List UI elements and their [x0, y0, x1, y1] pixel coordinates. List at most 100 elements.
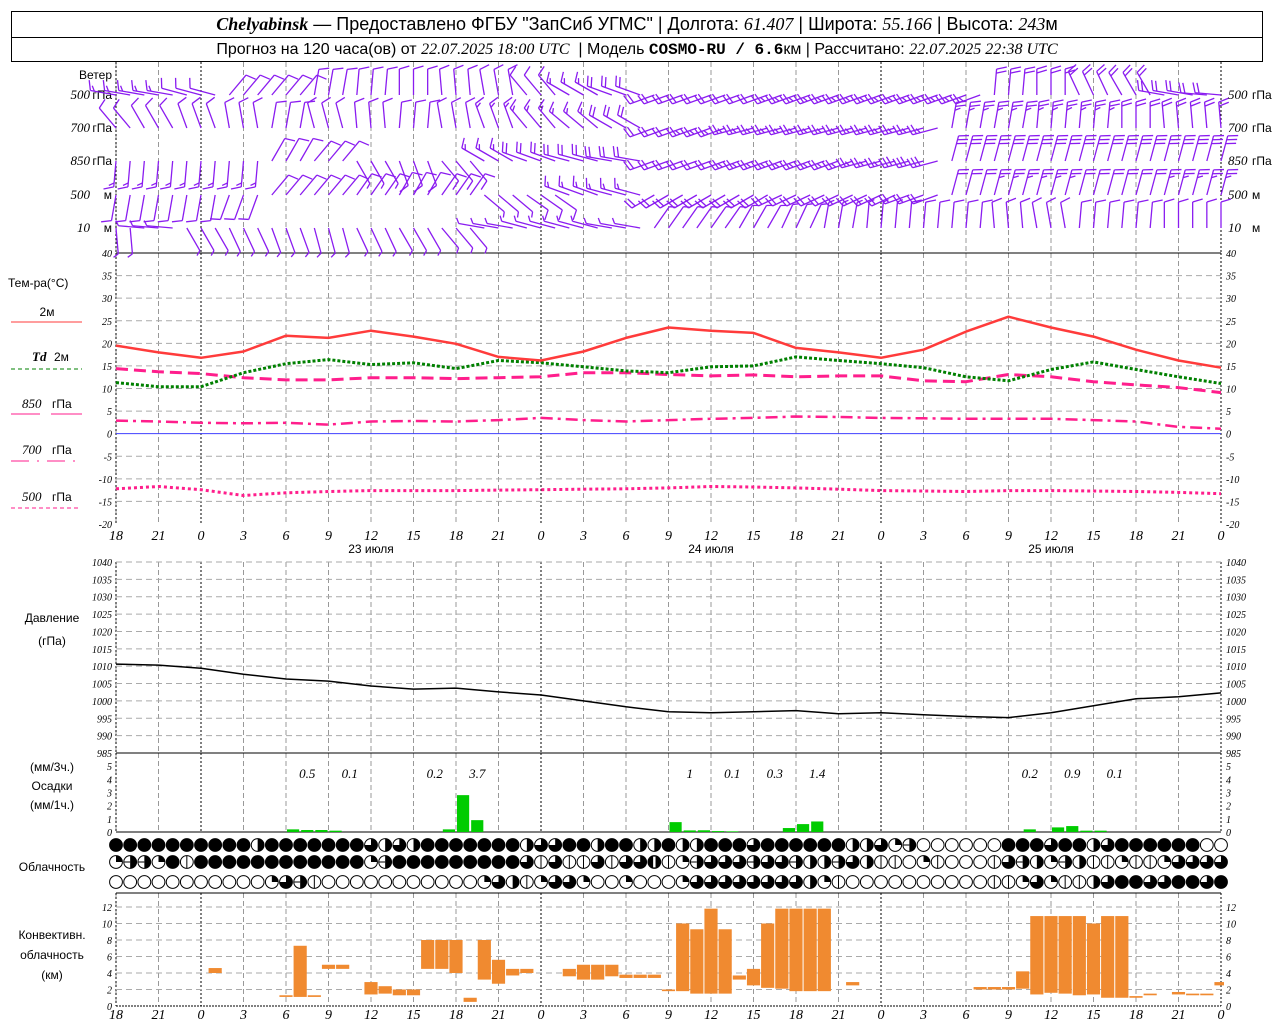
- conv-cloud-block: [1214, 982, 1224, 986]
- wind-barb-staff: [412, 172, 428, 196]
- cloud-circle: [1214, 838, 1228, 852]
- wind-barb: [1177, 198, 1189, 228]
- x-hour-label: 9: [1005, 529, 1012, 544]
- cloud-fill: [512, 875, 520, 889]
- cloud-cover-icon: [619, 875, 633, 889]
- pressure-tick-right: 1020: [1226, 627, 1246, 638]
- wind-barb: [922, 199, 937, 229]
- cloud-cover-icon: [264, 855, 279, 869]
- wind-barb: [191, 96, 202, 129]
- x-hour-label: 18: [1129, 529, 1143, 544]
- wind-level-unit-right: гПа: [1252, 121, 1272, 135]
- wind-barb-staff: [214, 227, 229, 251]
- cloud-cover-icon: [250, 875, 265, 889]
- wind-barb: [1007, 100, 1024, 129]
- wind-barb-feather: [475, 96, 485, 105]
- wind-barb-feather: [489, 96, 499, 105]
- x-hour-label-bottom: 15: [747, 1008, 761, 1023]
- wind-barb-feather: [330, 252, 336, 258]
- wind-barb-staff: [469, 160, 488, 182]
- wind-barb-staff: [224, 102, 230, 129]
- wind-barb-feather: [558, 209, 563, 221]
- wind-barb-staff: [313, 69, 320, 96]
- wind-barb-feather: [415, 99, 427, 103]
- wind-barb: [1005, 197, 1017, 229]
- temp-tick-left: 35: [101, 272, 112, 283]
- wind-barb-feather: [359, 140, 370, 146]
- conv-cloud-block: [463, 997, 477, 1002]
- wind-barb: [368, 97, 379, 129]
- cloud-fill: [1022, 875, 1030, 882]
- conv-cloud-block: [1044, 916, 1058, 993]
- wind-barb-feather: [570, 215, 574, 222]
- cloud-fill: [484, 875, 491, 882]
- wind-barb-feather: [276, 100, 287, 104]
- cloud-cover-icon: [364, 875, 378, 889]
- cloud-cover-icon: [406, 838, 421, 852]
- cloud-cover-icon: [123, 875, 138, 889]
- wind-barb-feather: [523, 98, 531, 109]
- wind-barb-feather: [354, 97, 365, 103]
- cloud-fill: [824, 855, 831, 869]
- cloud-cover-icon: [732, 875, 747, 889]
- wind-barb-staff: [210, 194, 216, 221]
- date-label: 23 июля: [348, 542, 394, 556]
- cloud-cover-icon: [222, 855, 237, 869]
- cloud-circle: [208, 838, 223, 852]
- pressure-tick-right: 985: [1226, 749, 1241, 760]
- wind-barb: [115, 194, 131, 223]
- conv-tick-right: 10: [1226, 920, 1236, 931]
- cloud-cover-icon: [1185, 875, 1200, 889]
- wind-barb: [216, 160, 230, 190]
- x-hour-label: 18: [109, 529, 123, 544]
- cloud-circle: [279, 838, 293, 852]
- wind-barb: [1192, 82, 1222, 96]
- cloud-cover-icon: [349, 855, 364, 869]
- wind-barb-feather: [330, 174, 341, 180]
- cloud-fill: [852, 838, 860, 852]
- cloud-cover-icon: [477, 855, 492, 869]
- cloud-circle: [236, 855, 251, 869]
- x-hour-label-bottom: 21: [492, 1008, 506, 1023]
- wind-barb: [327, 67, 344, 96]
- cloud-cover-icon: [1171, 838, 1186, 852]
- wind-barb-feather: [480, 180, 488, 191]
- cloud-cover-icon: [1029, 875, 1044, 889]
- wind-barb-feather: [456, 173, 467, 178]
- wind-barb-staff: [384, 227, 397, 252]
- cloud-cover-icon: [505, 855, 520, 869]
- wind-barb: [1149, 199, 1163, 229]
- wind-barb-feather: [558, 175, 561, 187]
- wind-barb-feather: [318, 67, 330, 71]
- cloud-circle: [633, 875, 648, 889]
- x-hour-label-bottom: 9: [1005, 1008, 1012, 1023]
- cloud-cover-icon: [250, 855, 265, 869]
- wind-barb-staff: [110, 194, 117, 221]
- conv-cloud-block: [208, 968, 222, 973]
- precip-1h-unit: (мм/1ч.): [30, 798, 74, 812]
- cloud-circle: [477, 855, 492, 869]
- wind-barb-feather: [523, 65, 531, 76]
- wind-barb-feather: [1204, 97, 1215, 103]
- wind-barb-feather: [792, 203, 799, 206]
- conv-cloud-block: [435, 940, 449, 969]
- cloud-cover-icon: [689, 855, 704, 869]
- wind-barb-feather: [186, 219, 197, 223]
- cloud-cover-icon: [959, 875, 973, 889]
- x-hour-label: 6: [283, 529, 290, 544]
- cloud-cover-icon: [562, 875, 577, 889]
- wind-barb-feather: [209, 218, 221, 221]
- cloud-cover-icon: [378, 855, 393, 869]
- cloud-cover-icon: [123, 855, 138, 869]
- legend-850-unit: гПа: [52, 397, 72, 411]
- wind-barb: [427, 65, 438, 95]
- wind-barb-feather: [1095, 103, 1106, 107]
- wind-barb-feather: [982, 199, 993, 203]
- wind-barb: [1092, 199, 1107, 229]
- wind-barb-feather: [998, 104, 1009, 107]
- cloud-cover-icon: [704, 838, 718, 852]
- cloud-circle: [179, 838, 194, 852]
- precip-tick-left: 1: [107, 815, 112, 826]
- wind-barb-feather: [1095, 199, 1107, 203]
- wind-barb-feather: [689, 129, 695, 135]
